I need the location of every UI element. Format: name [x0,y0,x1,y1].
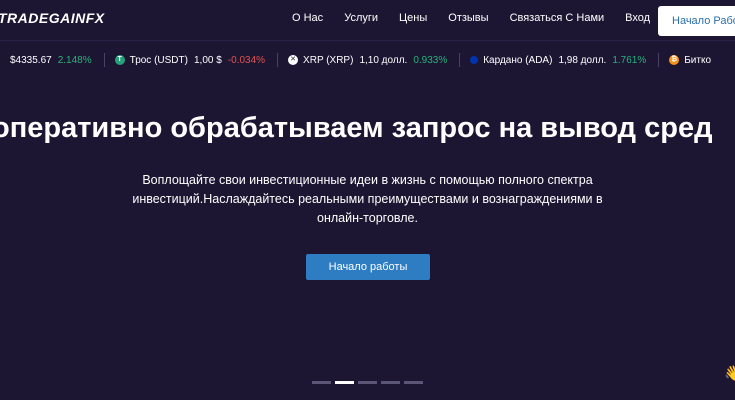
ticker-price: 1,00 $ [193,54,222,66]
nav-link-services[interactable]: Услуги [344,12,378,24]
ticker-item[interactable]: T Трос (USDT) 1,00 $ -0.034% [114,53,279,67]
ticker-price: $4335.67 [10,54,52,66]
ticker-item[interactable]: $4335.67 2.148% [10,53,105,67]
slider-dot[interactable] [312,381,331,384]
ticker-divider [459,53,461,67]
tether-icon: T [114,55,125,65]
ticker-item[interactable]: ₿ Битко [669,55,711,66]
slider-dot[interactable] [358,381,377,384]
nav-link-reviews[interactable]: Отзывы [448,12,488,24]
waving-hand-icon[interactable]: 👋 [724,364,735,382]
slider-dot-active[interactable] [335,381,354,384]
slider-dot[interactable] [381,381,400,384]
hero-title: оперативно обрабатываем запрос на вывод … [0,112,713,144]
ticker-divider [277,53,279,67]
get-started-nav-button[interactable]: Начало Работы [658,6,735,36]
nav-link-about[interactable]: О Нас [292,12,323,24]
ticker-name: Кардано (ADA) [483,54,553,66]
ticker-change: 1.761% [612,54,647,66]
nav-link-login[interactable]: Вход [625,12,650,24]
ticker-name: Трос (USDT) [129,54,188,66]
ticker-item[interactable]: ✕ XRP (XRP) 1,10 долл. 0.933% [288,53,461,67]
ticker-change: 0.933% [413,54,448,66]
brand-logo[interactable]: TRADEGAINFX [0,10,105,26]
crypto-ticker: $4335.67 2.148% T Трос (USDT) 1,00 $ -0.… [0,48,735,72]
hero-subtitle: Воплощайте свои инвестиционные идеи в жи… [132,173,603,225]
cardano-icon [470,56,479,64]
ticker-price: 1,10 долл. [359,54,408,66]
ticker-change: 2.148% [57,54,92,66]
ticker-divider [103,53,105,67]
get-started-hero-button[interactable]: Начало работы [306,254,430,280]
slider-pagination [312,381,427,384]
top-navbar: TRADEGAINFX О Нас Услуги Цены Отзывы Свя… [0,0,735,41]
ticker-name: XRP (XRP) [303,54,354,66]
ticker-change: -0.034% [227,54,266,66]
ticker-name: Битко [684,54,712,66]
xrp-icon: ✕ [288,55,299,65]
main-menu: О Нас Услуги Цены Отзывы Связаться С Нам… [292,12,671,24]
slider-dot[interactable] [404,381,423,384]
bitcoin-icon: ₿ [669,55,680,65]
ticker-item[interactable]: Кардано (ADA) 1,98 долл. 1.761% [470,53,660,67]
ticker-divider [658,53,660,67]
ticker-price: 1,98 долл. [558,54,607,66]
nav-link-pricing[interactable]: Цены [399,12,427,24]
nav-link-contact[interactable]: Связаться С Нами [510,12,605,24]
